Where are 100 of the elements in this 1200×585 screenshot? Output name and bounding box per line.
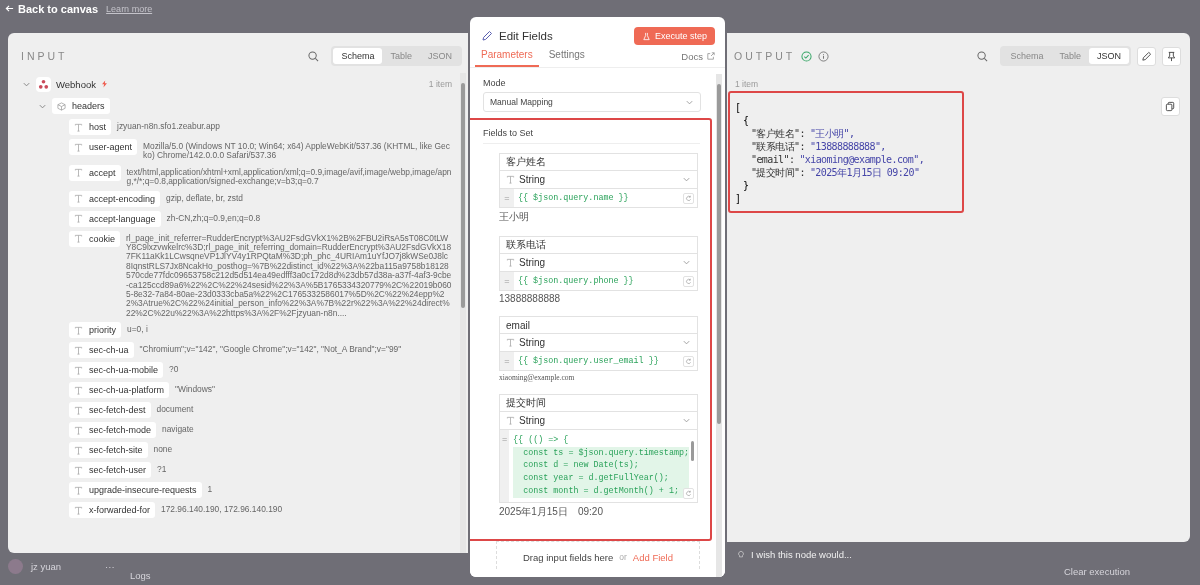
- copy-button[interactable]: [1161, 97, 1180, 116]
- back-arrow-icon: [5, 4, 14, 13]
- field-name-input[interactable]: 联系电话: [499, 236, 698, 254]
- text-type-icon: [74, 345, 83, 355]
- feedback-link[interactable]: I wish this node would...: [751, 548, 852, 560]
- reset-icon[interactable]: [683, 487, 694, 499]
- field-key[interactable]: sec-ch-ua-mobile: [69, 362, 164, 379]
- scrollbar[interactable]: [460, 73, 466, 554]
- field-key[interactable]: cookie: [69, 230, 120, 247]
- text-type-icon: [74, 122, 83, 132]
- field-key[interactable]: sec-fetch-user: [69, 462, 152, 479]
- text-type-icon: [74, 485, 83, 495]
- text-type-icon: [74, 405, 83, 415]
- field-key[interactable]: sec-ch-ua-platform: [69, 382, 170, 399]
- expression-editor[interactable]: {{ $json.query.user_email }}: [514, 352, 697, 370]
- panel-title: OUTPUT: [734, 50, 796, 62]
- type-select[interactable]: String: [499, 171, 698, 189]
- field-key[interactable]: host: [69, 119, 111, 135]
- json-key: "联系电话":: [735, 140, 805, 153]
- json-key: "email":: [735, 153, 795, 166]
- field-value: ?0: [169, 363, 179, 375]
- expression-marker: =: [500, 272, 514, 290]
- success-check-icon: [801, 50, 813, 62]
- field-key[interactable]: accept: [69, 164, 121, 181]
- field-key[interactable]: accept-language: [69, 210, 161, 227]
- avatar[interactable]: [8, 558, 23, 574]
- field-value: u=0, i: [127, 323, 148, 335]
- expression-editor[interactable]: {{ $json.query.phone }}: [514, 272, 697, 290]
- reset-icon[interactable]: [683, 356, 694, 367]
- back-to-canvas-link[interactable]: Back to canvas: [18, 2, 99, 15]
- field-value: gzip, deflate, br, zstd: [166, 191, 243, 204]
- cube-icon: [57, 101, 66, 111]
- field-key[interactable]: x-forwarded-for: [69, 502, 156, 519]
- view-tab[interactable]: Schema: [333, 48, 383, 64]
- item-count: 1 item: [734, 78, 760, 89]
- reset-icon[interactable]: [683, 276, 694, 287]
- text-type-icon: [74, 168, 83, 178]
- type-select[interactable]: String: [499, 254, 698, 272]
- field-key[interactable]: sec-fetch-mode: [69, 422, 157, 439]
- field-value: "Windows": [175, 383, 215, 395]
- expression-editor[interactable]: {{ $json.query.name }}: [514, 189, 697, 207]
- field-key[interactable]: sec-ch-ua: [69, 342, 134, 359]
- field-value: ?1: [157, 463, 167, 475]
- field-value: none: [153, 443, 173, 455]
- field-value: zh-CN,zh;q=0.9,en;q=0.8: [166, 211, 261, 224]
- field-key[interactable]: user-agent: [69, 139, 138, 155]
- lightbulb-icon: [737, 549, 745, 559]
- node-name: Webhook: [56, 78, 96, 90]
- search-icon[interactable]: [308, 50, 320, 62]
- field-name-input[interactable]: 提交时间: [499, 394, 698, 412]
- field-value: text/html,application/xhtml+xml,application/xml;q=0.9,image/avif,image/webp,image/apng,*/*;q=0.8,application/signed-exchange;v=b3;q=0.7: [126, 165, 452, 187]
- text-type-icon: [506, 338, 515, 347]
- view-tab[interactable]: JSON: [1089, 48, 1129, 64]
- dialog-title: Edit Fields: [499, 30, 553, 42]
- field-key[interactable]: sec-fetch-site: [69, 442, 148, 459]
- expression-editor[interactable]: {{ (() => { const ts = $json.query.timestamp; const d = new Date(ts); const year = d.getFullYear(); const month = d.getMonth() + 1;: [509, 430, 697, 502]
- text-type-icon: [506, 258, 515, 267]
- field-name-input[interactable]: 客户姓名: [499, 153, 698, 171]
- text-type-icon: [74, 505, 83, 515]
- docs-link[interactable]: Docs: [681, 51, 703, 67]
- reset-icon[interactable]: [683, 193, 694, 204]
- text-type-icon: [74, 214, 83, 224]
- pencil-icon: [1141, 50, 1152, 62]
- scrollbar[interactable]: [716, 74, 722, 577]
- mode-select[interactable]: Manual Mapping: [483, 92, 701, 112]
- field-key[interactable]: sec-fetch-dest: [69, 402, 151, 419]
- json-key: "客户姓名":: [735, 127, 805, 140]
- field-key[interactable]: priority: [69, 322, 121, 339]
- type-select[interactable]: String: [499, 412, 698, 430]
- text-type-icon: [506, 175, 515, 184]
- result-preview: 13888888888: [499, 293, 562, 304]
- clear-execution-link[interactable]: Clear execution: [1064, 566, 1130, 577]
- json-value: "王小明",: [809, 127, 855, 140]
- type-select[interactable]: String: [499, 334, 698, 352]
- more-menu[interactable]: ···: [105, 560, 115, 572]
- field-value: rl_page_init_referrer=RudderEncrypt%3AU2FsdGVkX1%2B%2FBU2iRsA5sT08C0tLWY8C9lxzvwkelrc%3D;rl_page_init_referring_domain=RudderEncrypt%3AU2FsdGVkX187FK11aKk1LCwsqneVP1JlYV4y1RPQtaM%3D;ph_phc_4URIAm1uYfJO7j8kWSe0J8lc8IqnstRLS7Jx8NcakHo_posthog=%7B%22distinct_id%22%3A%22ba115a9758b18128570cde77fdc09653758c212d5d514ea49edfff3a0c172d8d%23db57d38a-a37f-4af3-9cbe-ca125ccd89a6%22%2C%22%24sesid%22%3A%5B1765334320779%2C%22019b0605-8e32-7a84-80ae-23d0333cba5a%22%2C1765332586017%5D%2C%22%24epp%22%3Atrue%2C%22%24initial_person_info%22%3A%7B%22r%22%3A%22%24direct%22%2C%22u%22%3A%22https%3A%2F%2Fjzyuan-n8n....: [126, 231, 452, 319]
- json-value: "2025年1月15日 09:20": [809, 166, 920, 179]
- mode-label: Mode: [483, 78, 507, 88]
- or-text: or: [619, 552, 627, 562]
- field-key[interactable]: accept-encoding: [69, 190, 161, 207]
- pencil-icon: [481, 30, 493, 42]
- panel-title: INPUT: [21, 50, 68, 62]
- text-type-icon: [74, 445, 83, 455]
- text-type-icon: [74, 142, 83, 152]
- json-bracket: }: [742, 179, 749, 192]
- object-key[interactable]: headers: [52, 98, 110, 114]
- dialog-tab[interactable]: Settings: [542, 49, 591, 67]
- search-icon[interactable]: [977, 50, 989, 62]
- field-key[interactable]: upgrade-insecure-requests: [69, 482, 202, 499]
- expression-marker: =: [500, 430, 510, 502]
- field-name-input[interactable]: email: [499, 316, 698, 334]
- result-preview: 2025年1月15日 09:20: [499, 504, 604, 519]
- text-type-icon: [74, 234, 83, 244]
- pin-button[interactable]: [1162, 46, 1181, 66]
- trigger-bolt-icon: [100, 80, 108, 88]
- json-bracket: ]: [735, 192, 741, 205]
- json-key: "提交时间":: [735, 166, 805, 179]
- info-icon[interactable]: [818, 50, 830, 62]
- edit-button[interactable]: [1137, 46, 1156, 66]
- user-name: jz yuan: [31, 560, 62, 572]
